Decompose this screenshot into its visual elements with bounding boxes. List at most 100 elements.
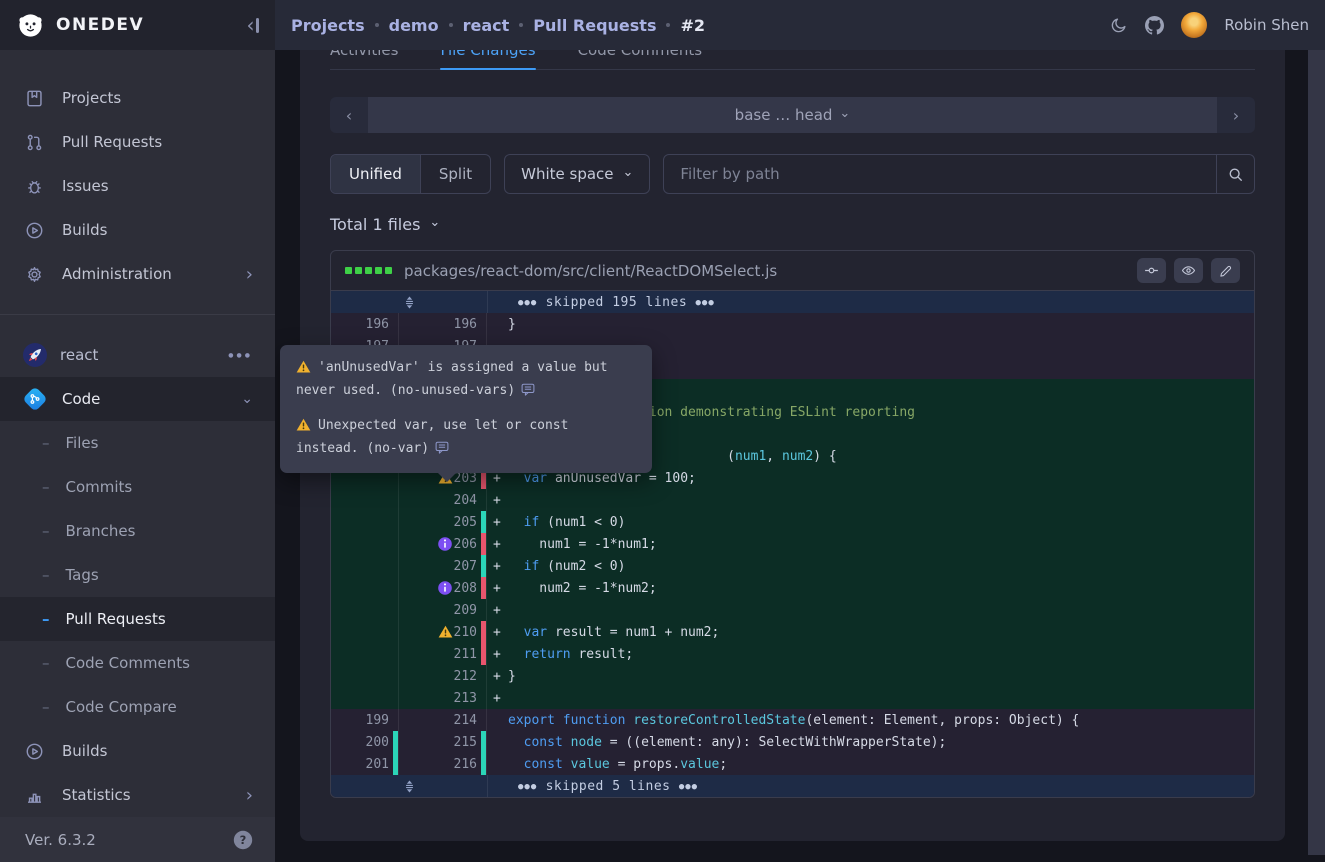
search-button[interactable] — [1216, 155, 1254, 193]
new-line-number[interactable]: 205 — [399, 511, 487, 533]
comment-mark[interactable] — [481, 511, 486, 533]
help-icon[interactable]: ? — [233, 830, 253, 850]
code-line[interactable]: + num1 = -1*num1; — [487, 533, 1254, 555]
sidebar-item-builds[interactable]: Builds — [0, 729, 275, 773]
new-line-number[interactable]: 216 — [399, 753, 487, 775]
code-line[interactable]: + — [487, 489, 1254, 511]
comment-mark[interactable] — [393, 753, 398, 775]
info-icon[interactable] — [438, 581, 452, 595]
commit-button[interactable] — [1137, 258, 1166, 283]
code-line[interactable]: const node = ((element: any): SelectWith… — [487, 731, 1254, 753]
breadcrumb-item-demo[interactable]: demo — [389, 16, 439, 35]
new-line-number[interactable]: 211 — [399, 643, 487, 665]
tab-file-changes[interactable]: File Changes — [440, 50, 535, 69]
comment-mark[interactable] — [481, 577, 486, 599]
commit-range-dropdown[interactable]: base … head ⌄ — [368, 97, 1217, 133]
new-line-number[interactable]: 196 — [399, 313, 487, 335]
page-scrollbar[interactable] — [1308, 50, 1325, 855]
code-line[interactable]: +} — [487, 665, 1254, 687]
old-line-number[interactable] — [331, 511, 399, 533]
comment-icon[interactable] — [435, 440, 449, 461]
new-line-number[interactable]: 207 — [399, 555, 487, 577]
comment-icon[interactable] — [521, 382, 535, 403]
sidebar-item-projects[interactable]: Projects — [0, 76, 275, 120]
new-line-number[interactable]: 213 — [399, 687, 487, 709]
old-line-number[interactable] — [331, 489, 399, 511]
edit-button[interactable] — [1211, 258, 1240, 283]
expand-lines-button[interactable] — [331, 775, 488, 797]
sidebar-item-pull-requests[interactable]: –Pull Requests — [0, 597, 275, 641]
old-line-number[interactable] — [331, 621, 399, 643]
old-line-number[interactable]: 196 — [331, 313, 399, 335]
sidebar-item-branches[interactable]: –Branches — [0, 509, 275, 553]
project-more-icon[interactable]: ●●● — [228, 352, 253, 359]
user-avatar[interactable] — [1181, 12, 1207, 38]
old-line-number[interactable]: 201 — [331, 753, 399, 775]
breadcrumb-item-projects[interactable]: Projects — [291, 16, 365, 35]
code-line[interactable]: } — [487, 313, 1254, 335]
collapse-sidebar-button[interactable]: ‹ — [247, 15, 260, 35]
comment-mark[interactable] — [481, 621, 486, 643]
file-path[interactable]: packages/react-dom/src/client/ReactDOMSe… — [404, 262, 777, 280]
old-line-number[interactable] — [331, 643, 399, 665]
code-line[interactable]: + var result = num1 + num2; — [487, 621, 1254, 643]
new-line-number[interactable]: 204 — [399, 489, 487, 511]
code-line[interactable]: export function restoreControlledState(e… — [487, 709, 1254, 731]
code-line[interactable]: + if (num1 < 0) — [487, 511, 1254, 533]
warning-icon[interactable] — [438, 625, 453, 638]
sidebar-item-tags[interactable]: –Tags — [0, 553, 275, 597]
code-line[interactable]: + num2 = -1*num2; — [487, 577, 1254, 599]
whitespace-dropdown[interactable]: White space ⌄ — [504, 154, 650, 194]
old-line-number[interactable]: 200 — [331, 731, 399, 753]
breadcrumb-item-pull-requests[interactable]: Pull Requests — [533, 16, 656, 35]
watch-button[interactable] — [1174, 258, 1203, 283]
code-line[interactable]: + — [487, 599, 1254, 621]
old-line-number[interactable] — [331, 665, 399, 687]
old-line-number[interactable] — [331, 577, 399, 599]
new-line-number[interactable]: 206 — [399, 533, 487, 555]
comment-mark[interactable] — [481, 731, 486, 753]
sidebar-item-code-comments[interactable]: –Code Comments — [0, 641, 275, 685]
view-mode-unified[interactable]: Unified — [331, 155, 420, 193]
old-line-number[interactable] — [331, 555, 399, 577]
dark-mode-icon[interactable] — [1110, 16, 1128, 34]
prev-commit-button[interactable]: ‹ — [330, 97, 368, 133]
new-line-number[interactable]: 215 — [399, 731, 487, 753]
filter-path-input[interactable] — [664, 155, 1216, 193]
new-line-number[interactable]: 214 — [399, 709, 487, 731]
total-files-dropdown[interactable]: Total 1 files ⌄ — [330, 212, 1255, 236]
new-line-number[interactable]: 209 — [399, 599, 487, 621]
sidebar-item-pull-requests[interactable]: Pull Requests — [0, 120, 275, 164]
comment-mark[interactable] — [481, 533, 486, 555]
sidebar-item-administration[interactable]: Administration› — [0, 252, 275, 296]
sidebar-item-issues[interactable]: Issues — [0, 164, 275, 208]
comment-mark[interactable] — [393, 731, 398, 753]
old-line-number[interactable] — [331, 687, 399, 709]
code-line[interactable]: + — [487, 687, 1254, 709]
old-line-number[interactable] — [331, 533, 399, 555]
sidebar-item-code-compare[interactable]: –Code Compare — [0, 685, 275, 729]
next-commit-button[interactable]: › — [1217, 97, 1255, 133]
new-line-number[interactable]: 210 — [399, 621, 487, 643]
new-line-number[interactable]: 212 — [399, 665, 487, 687]
comment-mark[interactable] — [481, 753, 486, 775]
breadcrumb-item-react[interactable]: react — [463, 16, 510, 35]
sidebar-item-builds[interactable]: Builds — [0, 208, 275, 252]
sidebar-item-statistics[interactable]: Statistics› — [0, 773, 275, 817]
comment-mark[interactable] — [481, 643, 486, 665]
code-line[interactable]: + return result; — [487, 643, 1254, 665]
info-icon[interactable] — [438, 537, 452, 551]
sidebar-item-files[interactable]: –Files — [0, 421, 275, 465]
sidebar-item-code[interactable]: Code⌄ — [0, 377, 275, 421]
project-row-react[interactable]: react●●● — [0, 333, 275, 377]
github-icon[interactable] — [1145, 16, 1164, 35]
sidebar-item-commits[interactable]: –Commits — [0, 465, 275, 509]
tab-activities[interactable]: Activities — [330, 50, 398, 69]
tab-code-comments[interactable]: Code Comments — [578, 50, 702, 69]
comment-mark[interactable] — [481, 555, 486, 577]
expand-lines-button[interactable] — [331, 291, 488, 313]
user-name[interactable]: Robin Shen — [1224, 16, 1309, 34]
new-line-number[interactable]: 208 — [399, 577, 487, 599]
old-line-number[interactable] — [331, 599, 399, 621]
view-mode-split[interactable]: Split — [420, 155, 490, 193]
